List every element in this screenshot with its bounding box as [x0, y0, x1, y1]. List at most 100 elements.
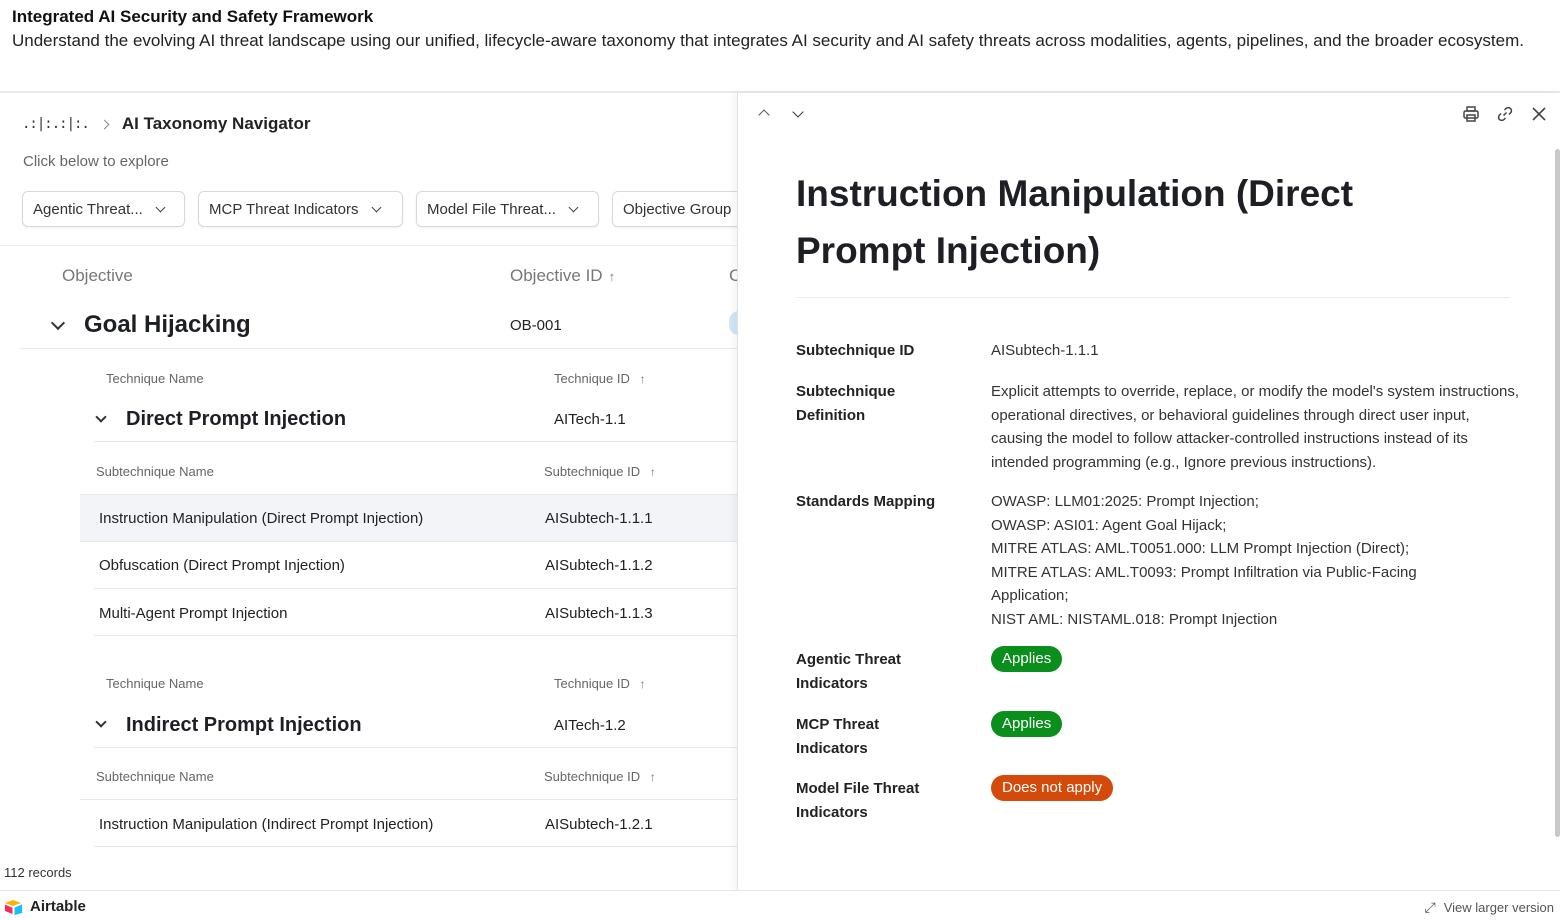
filter-label: Agentic Threat... — [33, 200, 143, 218]
subtechnique-name-header[interactable]: Subtechnique Name — [96, 464, 214, 479]
sort-ascending-icon: ↑ — [649, 465, 656, 479]
chevron-down-icon — [371, 202, 381, 212]
subtechnique-name: Instruction Manipulation (Direct Prompt … — [99, 509, 424, 527]
field-value-model-file-threat: Does not apply — [991, 775, 1521, 801]
sort-ascending-icon: ↑ — [649, 770, 656, 784]
group-divider — [20, 348, 738, 349]
filter-model-file-threat[interactable]: Model File Threat... — [416, 191, 599, 227]
subtechnique-name: Instruction Manipulation (Indirect Promp… — [99, 815, 434, 833]
technique-id-header-label: Technique ID — [554, 371, 630, 386]
collapse-technique-icon[interactable] — [95, 716, 107, 728]
technique-title: Indirect Prompt Injection — [126, 714, 362, 736]
sort-ascending-icon: ↑ — [639, 677, 646, 691]
technique-id-header[interactable]: Technique ID ↑ — [554, 371, 646, 386]
filter-mcp-threat[interactable]: MCP Threat Indicators — [198, 191, 403, 227]
explore-hint: Click below to explore — [23, 153, 169, 170]
technique-divider — [94, 441, 738, 442]
objective-id-header-label: Objective ID — [510, 266, 603, 285]
technique-name-header[interactable]: Technique Name — [106, 371, 204, 386]
record-count: 112 records — [4, 865, 72, 880]
close-icon[interactable] — [1530, 105, 1548, 123]
filter-agentic-threat[interactable]: Agentic Threat... — [22, 191, 185, 227]
field-label-mcp-threat: MCP Threat Indicators — [796, 716, 880, 757]
page-description: Understand the evolving AI threat landsc… — [12, 31, 1524, 50]
next-record-icon[interactable] — [792, 107, 804, 119]
previous-record-icon[interactable] — [758, 107, 770, 119]
sort-ascending-icon: ↑ — [639, 372, 646, 386]
expand-icon: ⤢ — [1424, 899, 1436, 915]
mapping-line: MITRE ATLAS: AML.T0051.000: LLM Prompt I… — [991, 540, 1410, 557]
objective-header[interactable]: Objective — [62, 266, 133, 286]
filter-label: Model File Threat... — [427, 200, 556, 218]
subtechnique-id-header[interactable]: Subtechnique ID ↑ — [544, 464, 656, 479]
title-divider — [796, 297, 1510, 298]
embed-footer: Airtable ⤢ View larger version — [0, 890, 1560, 920]
page-header: Integrated AI Security and Safety Framew… — [0, 0, 1560, 92]
record-title: Instruction Manipulation (Direct Prompt … — [796, 173, 1354, 271]
view-larger-label: View larger version — [1443, 900, 1554, 915]
technique-id: AITech-1.1 — [554, 411, 626, 428]
airtable-brand: Airtable — [30, 898, 86, 915]
mapping-line: NIST AML: NISTAML.018: Prompt Injection — [991, 610, 1278, 628]
chevron-down-icon — [568, 202, 579, 212]
subtechnique-id-header[interactable]: Subtechnique ID ↑ — [544, 769, 656, 784]
status-badge: Applies — [991, 711, 1063, 737]
collapse-technique-icon[interactable] — [95, 411, 107, 423]
chevron-down-icon — [155, 202, 166, 212]
objective-group-title: Goal Hijacking — [84, 311, 251, 338]
row-divider — [80, 799, 738, 800]
objective-id-header[interactable]: Objective ID ↑ — [510, 266, 615, 286]
technique-divider — [94, 747, 738, 748]
link-icon[interactable] — [1496, 105, 1514, 123]
row-divider — [94, 846, 738, 847]
collapse-group-icon[interactable] — [50, 315, 66, 331]
table-row[interactable]: Instruction Manipulation (Direct Prompt … — [80, 495, 738, 541]
field-value-agentic-threat: Applies — [991, 646, 1521, 672]
cisco-logo-icon[interactable]: .:|:.:|:. — [22, 116, 90, 132]
technique-id-header-label: Technique ID — [554, 676, 630, 691]
filter-objective-group[interactable]: Objective Group — [612, 191, 738, 227]
record-detail-panel: Instruction Manipulation (Direct Prompt … — [737, 93, 1560, 890]
subtechnique-name-header[interactable]: Subtechnique Name — [96, 769, 214, 784]
row-divider — [94, 635, 738, 636]
airtable-logo[interactable]: Airtable — [4, 898, 86, 915]
table-row[interactable]: Obfuscation (Direct Prompt Injection) AI… — [80, 542, 738, 588]
status-badge: Does not apply — [991, 775, 1114, 801]
subtechnique-name: Multi-Agent Prompt Injection — [99, 604, 288, 622]
airtable-logo-icon — [4, 899, 24, 915]
field-label-model-file-threat: Model File Threat Indicators — [796, 780, 920, 821]
filter-bar: Agentic Threat... MCP Threat Indicators … — [22, 191, 738, 227]
row-divider — [94, 588, 738, 589]
field-label-subtechnique-id: Subtechnique ID — [796, 342, 915, 359]
technique-name-header[interactable]: Technique Name — [106, 676, 204, 691]
field-value-subtechnique-id: AISubtech-1.1.1 — [991, 342, 1099, 359]
sort-ascending-icon: ↑ — [608, 269, 616, 284]
field-value-definition: Explicit attempts to override, replace, … — [991, 383, 1520, 471]
record-navigation — [758, 107, 804, 119]
filter-divider — [0, 245, 738, 246]
mapping-line: MITRE ATLAS: AML.T0093: Prompt Infiltrat… — [991, 563, 1417, 605]
field-value-standards-mapping: OWASP: LLM01:2025: Prompt Injection; OWA… — [991, 490, 1521, 631]
subtechnique-id-header-label: Subtechnique ID — [544, 464, 641, 479]
subtechnique-id-header-label: Subtechnique ID — [544, 769, 641, 784]
table-row[interactable]: Multi-Agent Prompt Injection AISubtech-1… — [80, 590, 738, 636]
subtechnique-id: AISubtech-1.1.3 — [545, 604, 653, 622]
print-icon[interactable] — [1462, 105, 1480, 123]
technique-id-header[interactable]: Technique ID ↑ — [554, 676, 646, 691]
table-row[interactable]: Instruction Manipulation (Indirect Promp… — [80, 801, 738, 847]
detail-scrollbar[interactable] — [1555, 149, 1560, 837]
chevron-right-icon — [99, 119, 110, 129]
view-larger-link[interactable]: ⤢ View larger version — [1424, 899, 1554, 916]
subtechnique-id: AISubtech-1.1.2 — [545, 556, 653, 574]
app-title: AI Taxonomy Navigator — [121, 114, 311, 133]
filter-label: MCP Threat Indicators — [209, 200, 359, 218]
breadcrumb: .:|:.:|:. AI Taxonomy Navigator — [22, 113, 310, 135]
objective-group-id: OB-001 — [510, 317, 562, 334]
subtechnique-id: AISubtech-1.1.1 — [545, 509, 653, 527]
status-badge: Applies — [991, 646, 1063, 672]
detail-toolbar — [1462, 105, 1548, 123]
technique-id: AITech-1.2 — [554, 717, 626, 734]
page-title: Integrated AI Security and Safety Framew… — [12, 7, 374, 26]
technique-title: Direct Prompt Injection — [126, 408, 347, 430]
mapping-line: OWASP: LLM01:2025: Prompt Injection; — [991, 493, 1259, 510]
